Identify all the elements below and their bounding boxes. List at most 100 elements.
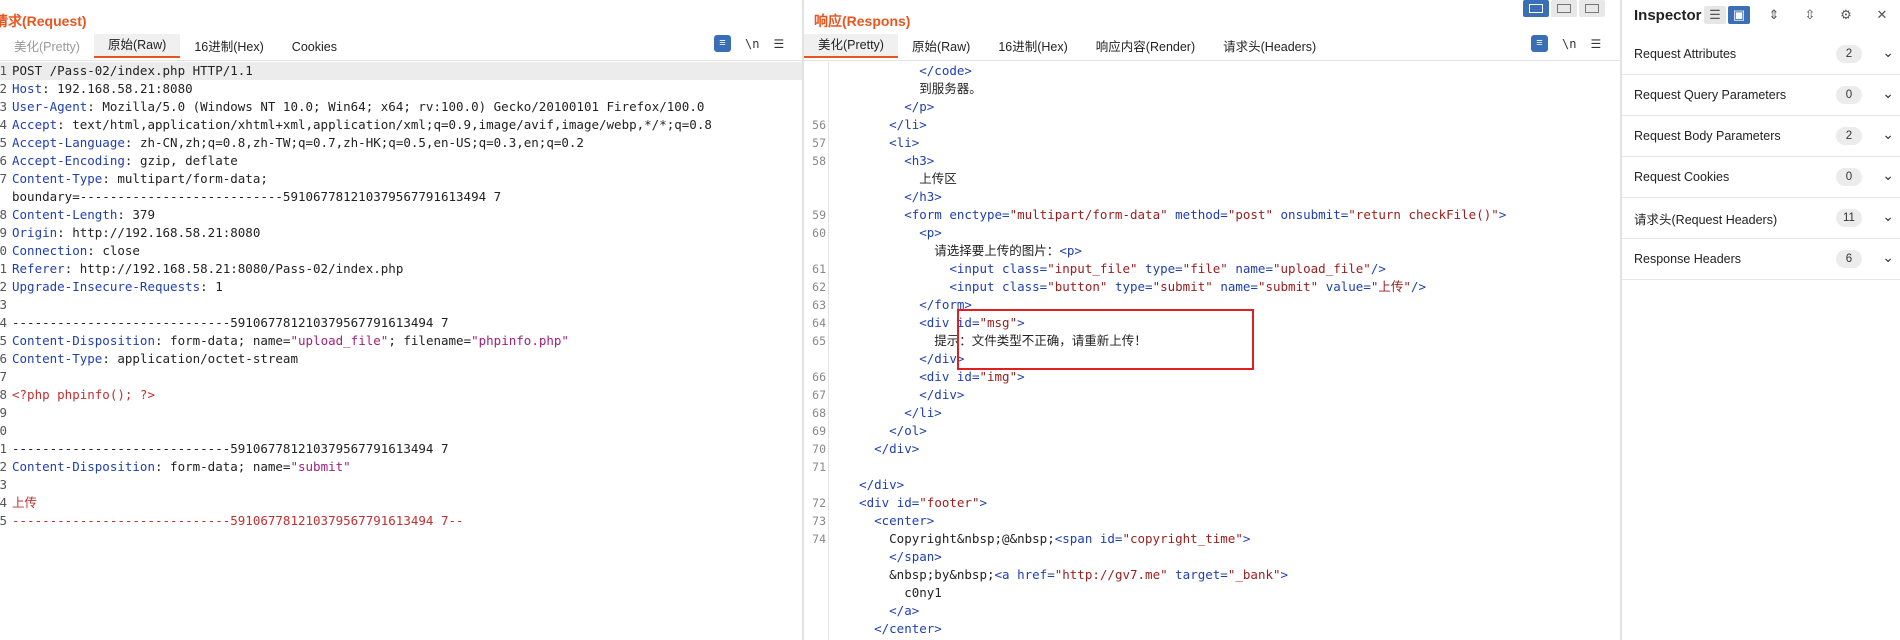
code-token: </li> [844, 405, 942, 420]
code-token: </form> [844, 297, 972, 312]
line-number: 66 [812, 370, 826, 384]
menu-icon[interactable]: ☰ [1590, 37, 1601, 51]
inspector-section[interactable]: Request Cookies 0 ⌄ [1622, 157, 1900, 198]
code-token: User-Agent [12, 99, 88, 114]
chevron-down-icon[interactable]: ⌄ [1882, 44, 1894, 61]
tab-4[interactable]: 请求头(Headers) [1209, 36, 1330, 58]
line-number: 73 [812, 514, 826, 528]
line-number: 5 [0, 513, 7, 528]
inspector-section[interactable]: 请求头(Request Headers) 11 ⌄ [1622, 198, 1900, 239]
code-line: 70 </div> [804, 440, 1620, 458]
collapse-all-icon[interactable]: ⇳ [1798, 6, 1822, 24]
code-line: 2 Host: 192.168.58.21:8080 [0, 80, 802, 98]
code-token: <div [844, 495, 897, 510]
line-number: 58 [812, 154, 826, 168]
chevron-down-icon[interactable]: ⌄ [1882, 167, 1894, 184]
request-editor[interactable]: 1 POST /Pass-02/index.php HTTP/1.1 2 Host: … [0, 62, 802, 640]
panel-view-icon[interactable]: ▣ [1728, 6, 1750, 24]
line-number: 68 [812, 406, 826, 420]
code-token: "上传" [1370, 279, 1411, 294]
code-line: &nbsp;by&nbsp;<a href="http://gv7.me" ta… [804, 566, 1620, 584]
code-line: 2 Upgrade-Insecure-Requests: 1 [0, 278, 802, 296]
code-text: </a> [844, 602, 919, 620]
code-line: boundary=---------------------------5910… [0, 188, 802, 206]
code-token: "upload_file" [1272, 261, 1371, 276]
tab-3[interactable]: 响应内容(Render) [1082, 36, 1209, 58]
inspector-section[interactable]: Request Query Parameters 0 ⌄ [1622, 75, 1900, 116]
code-text: -----------------------------59106778121… [12, 314, 449, 332]
wrap-lines-button[interactable]: ≡ [1531, 35, 1548, 52]
code-token: : text/html,application/xhtml+xml,applic… [57, 117, 712, 132]
code-token: "submit" [1257, 279, 1319, 294]
response-tabs: 美化(Pretty) 原始(Raw) 16进制(Hex) 响应内容(Render) 请求… [804, 34, 1330, 58]
code-text: </p> [844, 98, 934, 116]
code-token: Origin [12, 225, 58, 240]
code-line: 73 <center> [804, 512, 1620, 530]
code-text: Content-Disposition: form-data; name="up… [12, 332, 569, 350]
chevron-down-icon[interactable]: ⌄ [1882, 85, 1894, 102]
layout-tabs-button[interactable] [1579, 0, 1605, 17]
code-text: </h3> [844, 188, 942, 206]
code-token: "return checkFile()" [1348, 207, 1499, 222]
request-tabs: 美化(Pretty) 原始(Raw) 16进制(Hex) Cookies [0, 34, 351, 58]
inspector-section[interactable]: Response Headers 6 ⌄ [1622, 239, 1900, 280]
chevron-down-icon[interactable]: ⌄ [1882, 249, 1894, 266]
section-label: Request Query Parameters [1634, 88, 1787, 102]
code-token: type= [1137, 261, 1183, 276]
code-token: <a [994, 567, 1018, 582]
code-line: 8 <?php phpinfo(); ?> [0, 386, 802, 404]
code-token: id= [896, 495, 920, 510]
list-view-icon[interactable]: ☰ [1704, 6, 1726, 24]
wrap-lines-button[interactable]: ≡ [714, 35, 731, 52]
code-token: POST /Pass-02/index.php HTTP/1.1 [12, 63, 253, 78]
section-label: Response Headers [1634, 252, 1742, 266]
chevron-down-icon[interactable]: ⌄ [1882, 208, 1894, 225]
code-token: </li> [844, 117, 927, 132]
line-number: 71 [812, 460, 826, 474]
show-newlines-button[interactable]: \n [745, 37, 759, 51]
code-token: <p> [1059, 243, 1082, 258]
expand-all-icon[interactable]: ⇕ [1762, 6, 1786, 24]
code-token: </h3> [844, 189, 942, 204]
code-line: 56 </li> [804, 116, 1620, 134]
tab-2[interactable]: 16进制(Hex) [984, 36, 1081, 58]
code-text: <li> [844, 134, 919, 152]
tab-2[interactable]: 16进制(Hex) [180, 36, 277, 58]
code-token: <h3> [844, 153, 935, 168]
menu-icon[interactable]: ☰ [773, 37, 784, 51]
show-newlines-button[interactable]: \n [1562, 37, 1576, 51]
code-token: -----------------------------59106778121… [12, 441, 449, 456]
tab-0[interactable]: 美化(Pretty) [804, 34, 898, 58]
close-icon[interactable]: ✕ [1870, 6, 1894, 24]
line-number: 3 [0, 99, 7, 114]
code-line: 59 <form enctype="multipart/form-data" m… [804, 206, 1620, 224]
line-number: 6 [0, 153, 7, 168]
code-token: <span [1054, 531, 1100, 546]
layout-side-by-side-button[interactable] [1523, 0, 1549, 17]
code-token: 请选择要上传的图片： [844, 243, 1060, 258]
code-line: 5 Accept-Language: zh-CN,zh;q=0.8,zh-TW;q… [0, 134, 802, 152]
code-text: Upgrade-Insecure-Requests: 1 [12, 278, 223, 296]
layout-top-bottom-button[interactable] [1551, 0, 1577, 17]
line-number: 1 [0, 441, 7, 456]
tab-1[interactable]: 原始(Raw) [93, 34, 181, 58]
tab-1[interactable]: 原始(Raw) [898, 36, 984, 58]
section-label: Request Attributes [1634, 47, 1737, 61]
code-line: </center> [804, 620, 1620, 638]
code-token: Content-Disposition [12, 459, 155, 474]
code-text: </li> [844, 404, 942, 422]
gear-icon[interactable]: ⚙ [1834, 6, 1858, 24]
code-token: name= [1212, 279, 1258, 294]
inspector-section[interactable]: Request Attributes 2 ⌄ [1622, 34, 1900, 75]
tab-3[interactable]: Cookies [278, 36, 351, 58]
code-token: : multipart/form-data; [102, 171, 268, 186]
code-text: 到服务器。 [844, 80, 982, 98]
code-token: Accept-Encoding [12, 153, 125, 168]
code-token: <div [844, 369, 957, 384]
line-number: 65 [812, 334, 826, 348]
tab-0[interactable]: 美化(Pretty) [0, 36, 94, 58]
code-text: 上传 [12, 494, 37, 512]
code-token: class= [1002, 261, 1048, 276]
inspector-section[interactable]: Request Body Parameters 2 ⌄ [1622, 116, 1900, 157]
chevron-down-icon[interactable]: ⌄ [1882, 126, 1894, 143]
